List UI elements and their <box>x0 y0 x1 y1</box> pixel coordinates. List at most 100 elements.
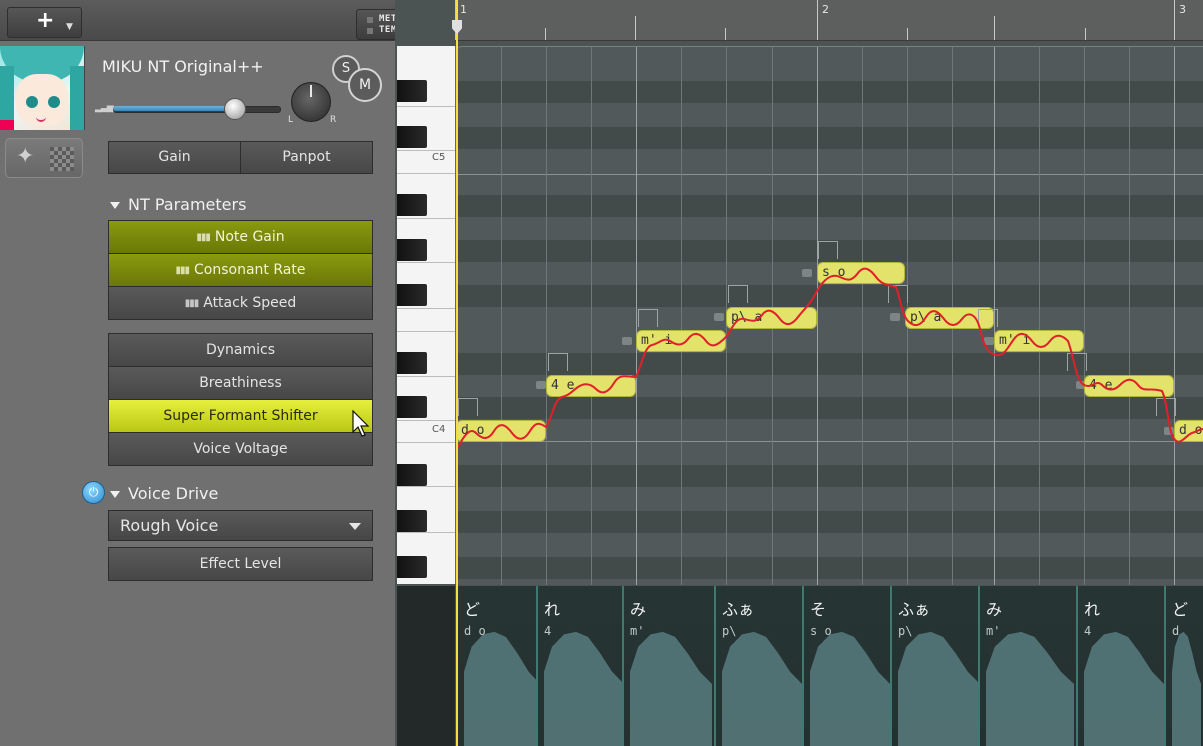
lyric-kana: れ <box>544 600 561 619</box>
param-label: Note Gain <box>214 229 285 245</box>
parameter-bars-icon: ▮▮▮ <box>184 298 199 309</box>
voice-drive-power-button[interactable]: ⏻ <box>82 481 105 504</box>
lyric-phoneme: m' <box>630 624 645 638</box>
singer-name: MIKU NT Original++ <box>102 57 264 76</box>
beat-tick <box>545 28 546 40</box>
black-key[interactable] <box>397 396 427 418</box>
mute-button[interactable]: M <box>348 68 382 102</box>
timeline-ruler[interactable]: 1 2 3 <box>455 0 1203 41</box>
lyric-kana: そ <box>810 600 827 619</box>
parameter-bars-icon: ▮▮▮ <box>175 265 190 276</box>
black-key[interactable] <box>397 194 427 216</box>
lyric-segment[interactable]: そ s o <box>802 586 894 746</box>
pitch-curve[interactable] <box>456 47 1203 585</box>
nt-parameters-title: NT Parameters <box>128 195 247 214</box>
black-key[interactable] <box>397 126 427 148</box>
black-key[interactable] <box>397 556 427 578</box>
lyric-segment[interactable]: み m' <box>622 586 716 746</box>
beat-tick <box>635 16 636 40</box>
lyric-phoneme: d <box>1172 624 1180 638</box>
bar-tick <box>1174 0 1175 40</box>
beat-tick <box>1085 28 1086 40</box>
parameter-bars-icon: ▮▮▮ <box>196 232 210 243</box>
param-voice-voltage-button[interactable]: Voice Voltage <box>108 432 373 466</box>
lyric-phoneme: 4 <box>1084 624 1092 638</box>
param-breathiness-button[interactable]: Breathiness <box>108 366 373 400</box>
waveform <box>810 631 890 746</box>
voice-drive-preset-select[interactable]: Rough Voice <box>108 510 373 541</box>
lyric-segment[interactable]: ふぁ p\ <box>714 586 806 746</box>
lyric-kana: ど <box>1172 600 1189 619</box>
lyric-kana: れ <box>1084 600 1101 619</box>
plus-icon: + <box>36 8 55 33</box>
lyric-segment[interactable]: どd <box>1164 586 1203 746</box>
white-key-divider <box>397 442 455 443</box>
avatar-headset <box>0 120 14 130</box>
checker-icon <box>50 147 74 171</box>
tempo-indicator-icon <box>367 28 373 34</box>
param-attack-speed-button[interactable]: ▮▮▮ Attack Speed <box>108 286 373 320</box>
note-grid[interactable]: d o 4 e m' i p\ a s o p\ a m' i 4 e d o <box>456 46 1203 585</box>
param-label: Consonant Rate <box>194 262 306 278</box>
white-key-divider <box>397 331 455 332</box>
gain-button[interactable]: Gain <box>108 141 241 174</box>
singer-avatar <box>0 46 85 130</box>
lyric-kana: み <box>630 600 647 619</box>
lyric-phoneme: p\ <box>898 624 913 638</box>
nt-parameters-header[interactable]: NT Parameters <box>110 195 246 214</box>
lyric-segment[interactable]: れ4 <box>536 586 628 746</box>
lyrics-waveform-track[interactable]: どd o れ4 み m' ふぁ p\ そs o ふぁ p\ み m' れ4 どd <box>456 586 1203 746</box>
lyric-segment[interactable]: れ4 <box>1076 586 1168 746</box>
black-key[interactable] <box>397 284 427 306</box>
meter-indicator-icon <box>367 17 373 23</box>
black-key[interactable] <box>397 464 427 486</box>
lyric-phoneme: s o <box>810 624 832 638</box>
lyric-phoneme: d o <box>464 624 486 638</box>
bar-tick <box>817 0 818 40</box>
param-super-formant-shifter-button[interactable]: Super Formant Shifter <box>108 399 373 433</box>
white-key-divider <box>397 486 455 487</box>
waveform <box>464 631 540 746</box>
voice-drive-header[interactable]: Voice Drive <box>110 484 218 503</box>
beat-tick <box>994 16 995 40</box>
param-label: Attack Speed <box>203 295 297 311</box>
lyric-phoneme: p\ <box>722 624 737 638</box>
black-key[interactable] <box>397 510 427 532</box>
white-key-divider <box>397 173 455 174</box>
playhead[interactable] <box>456 0 458 746</box>
bar-number: 3 <box>1179 3 1186 16</box>
black-key[interactable] <box>397 239 427 261</box>
param-note-gain-button[interactable]: ▮▮▮ Note Gain <box>108 220 373 254</box>
lyric-kana: み <box>986 600 1003 619</box>
white-key-divider <box>397 532 455 533</box>
avatar-hair-right <box>70 66 84 130</box>
lyric-segment[interactable]: ふぁ p\ <box>890 586 984 746</box>
expand-triangle-icon <box>110 202 120 209</box>
lyric-phoneme: m' <box>986 624 1001 638</box>
param-consonant-rate-button[interactable]: ▮▮▮ Consonant Rate <box>108 253 373 287</box>
param-dynamics-button[interactable]: Dynamics <box>108 333 373 367</box>
black-key[interactable] <box>397 352 427 374</box>
lyric-phoneme: 4 <box>544 624 552 638</box>
pan-knob-indicator <box>310 85 312 97</box>
black-key[interactable] <box>397 80 427 102</box>
add-track-button[interactable]: + ▼ <box>7 7 82 38</box>
white-key-divider <box>397 150 455 151</box>
panpot-button[interactable]: Panpot <box>240 141 373 174</box>
waveform <box>630 631 712 746</box>
key-label-c5: C5 <box>432 152 446 163</box>
sparkle-icon: ✦ <box>16 144 35 169</box>
bar-number: 2 <box>822 3 829 16</box>
voice-effect-button[interactable]: ✦ <box>5 138 83 178</box>
lyric-kana: ふぁ <box>722 600 755 619</box>
pan-knob[interactable] <box>291 82 331 122</box>
waveform <box>1084 631 1164 746</box>
effect-level-button[interactable]: Effect Level <box>108 547 373 581</box>
volume-slider-thumb[interactable] <box>224 98 246 120</box>
lyric-segment[interactable]: み m' <box>978 586 1078 746</box>
volume-slider-fill <box>113 106 234 111</box>
white-key-divider <box>397 218 455 219</box>
piano-keyboard[interactable]: C5 C4 <box>397 46 456 584</box>
lyric-segment[interactable]: ど d o <box>456 586 544 746</box>
white-key-divider <box>397 420 455 421</box>
